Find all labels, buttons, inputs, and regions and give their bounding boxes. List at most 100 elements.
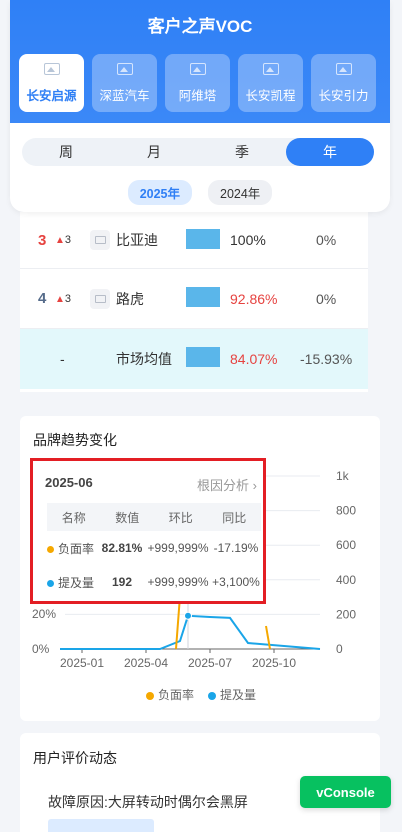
tooltip-value: 192 [111, 575, 133, 589]
brand-name: 比亚迪 [116, 232, 158, 248]
change-value: 0% [316, 232, 337, 248]
year-selector: 2025年 2024年 [10, 180, 390, 205]
x-tick-label: 2025-01 [60, 656, 104, 670]
series-name: 提及量 [58, 575, 95, 590]
y-right-tick-label: 200 [336, 607, 356, 621]
legend-item-mention-count[interactable]: 提及量 [208, 686, 256, 703]
chart-tooltip: 2025-06 根因分析 › 名称 数值 环比 同比 负面率 82.81% +9… [30, 458, 266, 604]
tooltip-yoy: +3,100% [212, 575, 260, 589]
legend-dot [208, 691, 216, 700]
legend-label: 提及量 [220, 688, 257, 702]
rank-number: 3 [38, 231, 47, 249]
period-tab-quarter[interactable]: 季 [198, 138, 286, 166]
rank-trend: ▲3 [55, 293, 71, 305]
period-tab-month[interactable]: 月 [110, 138, 198, 166]
trend-up-icon: ▲ [55, 293, 65, 305]
tooltip-header: 名称 数值 环比 同比 [47, 503, 261, 531]
ratio-bar [186, 347, 220, 367]
series-line-mention [60, 614, 321, 650]
image-placeholder-icon [94, 294, 106, 303]
ratio-value: 84.07% [230, 351, 278, 367]
year-chip-2024[interactable]: 2024年 [208, 180, 273, 205]
chevron-right-icon: › [252, 478, 257, 493]
rank-trend: ▲3 [55, 234, 71, 246]
table-row[interactable]: 3 ▲3 比亚迪 100% 0% [20, 212, 368, 269]
header-banner: 客户之声VOC 长安启源 深蓝汽车 阿维塔 长安凯程 长安引力 [10, 0, 390, 123]
brand-tab-qiyuan[interactable]: 长安启源 [19, 54, 84, 112]
period-segmented-control: 周 月 季 年 [22, 138, 374, 166]
series-dot [47, 545, 54, 553]
ranking-list: 3 ▲3 比亚迪 100% 0% 4 ▲3 路虎 92.86% 0% - 市场均… [20, 212, 368, 392]
ratio-value: 92.86% [230, 290, 278, 307]
image-placeholder-icon [262, 62, 279, 75]
brand-tab-label: 深蓝汽车 [99, 88, 150, 103]
brand-tab-label: 阿维塔 [178, 88, 217, 103]
rank-number: - [60, 351, 65, 367]
brand-tab-avatr[interactable]: 阿维塔 [165, 54, 230, 112]
tooltip-col-yoy: 同比 [222, 510, 247, 525]
review-tag [48, 819, 154, 832]
y-right-tick-label: 1k [336, 469, 350, 483]
review-item-text[interactable]: 故障原因:大屏转动时偶尔会黑屏 [48, 792, 248, 812]
series-dot [47, 579, 54, 587]
y-right-tick-label: 800 [336, 504, 356, 518]
root-cause-link[interactable]: 根因分析 › [197, 475, 257, 494]
tooltip-col-name: 名称 [61, 510, 86, 525]
tooltip-mom: +999,999% [147, 575, 209, 589]
brand-tab-yinli[interactable]: 长安引力 [311, 54, 376, 112]
brand-name: 路虎 [116, 290, 144, 307]
brand-tab-label: 长安引力 [318, 88, 369, 103]
tooltip-series-name: 提及量 [47, 574, 99, 591]
legend-dot [145, 691, 154, 700]
brand-tab-kaicheng[interactable]: 长安凯程 [238, 54, 303, 112]
trend-up-icon: ▲ [55, 235, 65, 246]
ratio-bar [186, 287, 220, 307]
y-right-tick-label: 0 [336, 642, 343, 656]
ratio-bar [186, 229, 220, 249]
tooltip-yoy: -17.19% [213, 541, 259, 555]
year-chip-2025[interactable]: 2025年 [127, 180, 192, 205]
x-tick-label: 2025-10 [252, 656, 296, 670]
period-tab-year[interactable]: 年 [286, 138, 374, 166]
image-placeholder-icon [116, 62, 133, 75]
chart-legend: 负面率 提及量 [0, 686, 402, 703]
tooltip-mom: +999,999% [147, 541, 209, 555]
y-left-tick-label: 0% [32, 642, 50, 656]
tooltip-col-value: 数值 [115, 510, 140, 525]
brand-tab-label: 长安启源 [26, 88, 77, 103]
ratio-value: 100% [230, 232, 266, 248]
vconsole-button[interactable]: vConsole [300, 776, 391, 808]
tooltip-table: 名称 数值 环比 同比 负面率 82.81% +999,999% -17.19%… [47, 503, 261, 599]
rank-trend-value: 3 [64, 234, 72, 246]
page-title: 客户之声VOC [147, 17, 253, 36]
brand-tab-label: 长安凯程 [245, 88, 296, 103]
brand-name: 市场均值 [116, 351, 172, 367]
legend-label: 负面率 [157, 688, 194, 702]
root-cause-label: 根因分析 [197, 478, 250, 493]
rank-trend-value: 3 [64, 292, 72, 305]
legend-item-negative-rate[interactable]: 负面率 [145, 686, 194, 703]
x-tick-label: 2025-07 [188, 656, 232, 670]
brand-tabs: 长安启源 深蓝汽车 阿维塔 长安凯程 长安引力 [19, 54, 376, 112]
x-tick-label: 2025-04 [124, 656, 168, 670]
image-placeholder-icon [189, 62, 206, 75]
table-row[interactable]: 4 ▲3 路虎 92.86% 0% [20, 269, 368, 329]
change-value: -15.93% [300, 351, 353, 367]
tooltip-value: 82.81% [101, 541, 143, 555]
market-average-row: - 市场均值 84.07% -15.93% [20, 329, 368, 389]
tooltip-series-name: 负面率 [47, 540, 99, 557]
tooltip-row: 负面率 82.81% +999,999% -17.19% [47, 531, 261, 565]
image-placeholder-icon [43, 62, 60, 75]
image-placeholder-icon [335, 62, 352, 75]
period-tab-week[interactable]: 周 [22, 138, 110, 166]
series-name: 负面率 [58, 541, 95, 556]
y-left-tick-label: 20% [32, 607, 56, 621]
tooltip-row: 提及量 192 +999,999% +3,100% [47, 565, 261, 599]
brand-tab-deepal[interactable]: 深蓝汽车 [92, 54, 157, 112]
series-point-mention [184, 611, 192, 620]
image-placeholder-icon [94, 236, 106, 244]
y-right-tick-label: 600 [336, 538, 356, 552]
card-title: 用户评价动态 [33, 750, 117, 766]
brand-logo [90, 230, 110, 250]
tooltip-col-mom: 环比 [168, 510, 193, 525]
